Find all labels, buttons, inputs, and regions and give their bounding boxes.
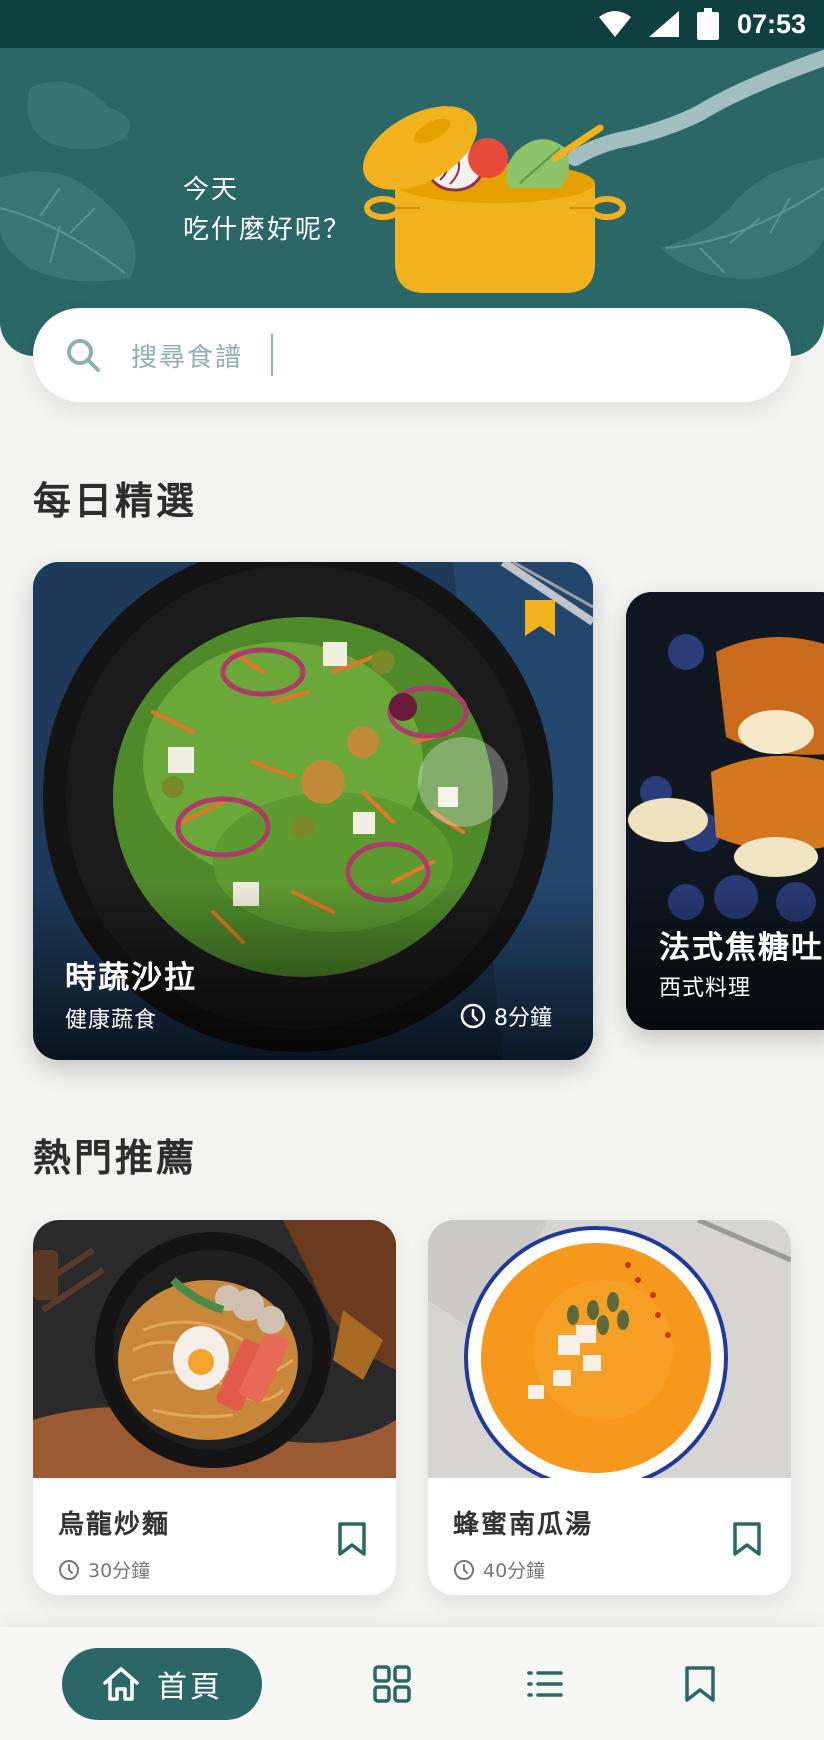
wifi-icon	[598, 11, 631, 37]
card-duration: 8分鐘	[460, 1000, 552, 1032]
hot-card-soup[interactable]: 蜂蜜南瓜湯 40分鐘	[428, 1220, 791, 1595]
category-grid-icon[interactable]	[373, 1665, 411, 1703]
home-icon	[103, 1667, 139, 1701]
card-title: 時蔬沙拉	[65, 960, 197, 996]
nav-home-button[interactable]: 首頁	[62, 1648, 262, 1720]
clock-icon	[59, 1559, 79, 1580]
daily-section-title: 每日精選	[33, 479, 198, 523]
card-title: 烏龍炒麵	[58, 1510, 171, 1540]
nav-home-label: 首頁	[157, 1670, 223, 1705]
card-title: 蜂蜜南瓜湯	[453, 1510, 594, 1540]
card-duration-text: 40分鐘	[483, 1560, 546, 1582]
status-bar: 07:53	[0, 0, 824, 48]
card-duration: 30分鐘	[58, 1556, 150, 1583]
signal-icon	[648, 11, 679, 37]
bookmark-outline-icon[interactable]	[733, 1522, 761, 1556]
search-icon	[67, 339, 100, 372]
card-category: 健康蔬食	[65, 1008, 158, 1033]
list-icon[interactable]	[526, 1665, 564, 1703]
clock: 07:53	[736, 8, 806, 39]
card-duration-text: 8分鐘	[494, 1006, 552, 1031]
search-input[interactable]: 搜尋食譜	[33, 308, 791, 402]
search-placeholder: 搜尋食譜	[131, 342, 244, 373]
card-category: 西式料理	[659, 976, 752, 1001]
hot-section-title: 熱門推薦	[33, 1136, 198, 1180]
daily-card-toast[interactable]: 法式焦糖吐 西式料理	[626, 592, 824, 1030]
greeting-line-1: 今天	[183, 175, 240, 205]
greeting-line-2: 吃什麼好呢？	[183, 215, 352, 245]
bookmark-icon[interactable]	[525, 600, 555, 636]
bookmark-outline-icon[interactable]	[338, 1522, 366, 1556]
card-duration: 40分鐘	[453, 1556, 545, 1583]
bottom-nav: 首頁	[0, 1627, 824, 1740]
hot-card-noodles[interactable]: 烏龍炒麵 30分鐘	[33, 1220, 396, 1595]
clock-icon	[460, 1003, 486, 1029]
card-title: 法式焦糖吐	[659, 930, 824, 966]
daily-card-salad[interactable]: 時蔬沙拉 健康蔬食 8分鐘	[33, 562, 593, 1060]
battery-icon	[696, 8, 719, 40]
card-duration-text: 30分鐘	[88, 1560, 151, 1582]
noodles-photo	[33, 1220, 396, 1478]
clock-icon	[454, 1559, 474, 1580]
greeting-text: 今天 吃什麼好呢？	[183, 170, 351, 250]
text-cursor	[271, 334, 274, 376]
bookmark-nav-icon[interactable]	[684, 1665, 716, 1703]
soup-photo	[428, 1220, 791, 1478]
